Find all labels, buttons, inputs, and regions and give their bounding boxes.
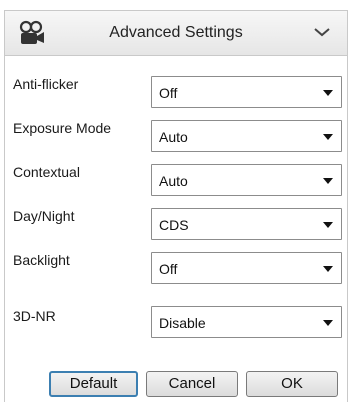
dropdown-arrow-icon: [323, 266, 333, 272]
backlight-select[interactable]: Off: [151, 252, 342, 284]
cancel-button[interactable]: Cancel: [146, 371, 238, 397]
panel-header[interactable]: Advanced Settings: [4, 10, 348, 56]
dropdown-arrow-icon: [323, 222, 333, 228]
dropdown-arrow-icon: [323, 178, 333, 184]
contextual-select[interactable]: Auto: [151, 164, 342, 196]
3d-nr-label: 3D-NR: [13, 308, 56, 324]
anti-flicker-value: Off: [159, 85, 178, 101]
default-button[interactable]: Default: [49, 371, 138, 397]
advanced-settings-panel: Advanced Settings Anti-flicker Off Expos…: [0, 0, 352, 402]
day-night-select[interactable]: CDS: [151, 208, 342, 240]
3d-nr-select[interactable]: Disable: [151, 306, 342, 338]
anti-flicker-select[interactable]: Off: [151, 76, 342, 108]
contextual-value: Auto: [159, 173, 188, 189]
3d-nr-value: Disable: [159, 315, 206, 331]
panel-title: Advanced Settings: [109, 24, 243, 41]
dropdown-arrow-icon: [323, 320, 333, 326]
contextual-label: Contextual: [13, 164, 80, 180]
exposure-mode-value: Auto: [159, 129, 188, 145]
exposure-mode-label: Exposure Mode: [13, 120, 112, 136]
dropdown-arrow-icon: [323, 134, 333, 140]
anti-flicker-label: Anti-flicker: [13, 76, 79, 92]
backlight-label: Backlight: [13, 252, 70, 268]
exposure-mode-select[interactable]: Auto: [151, 120, 342, 152]
backlight-value: Off: [159, 261, 178, 277]
chevron-down-icon[interactable]: [313, 25, 331, 39]
dropdown-arrow-icon: [323, 90, 333, 96]
settings-body: Anti-flicker Off Exposure Mode Auto Cont…: [4, 56, 348, 402]
day-night-value: CDS: [159, 217, 189, 233]
day-night-label: Day/Night: [13, 208, 75, 224]
ok-button[interactable]: OK: [246, 371, 338, 397]
